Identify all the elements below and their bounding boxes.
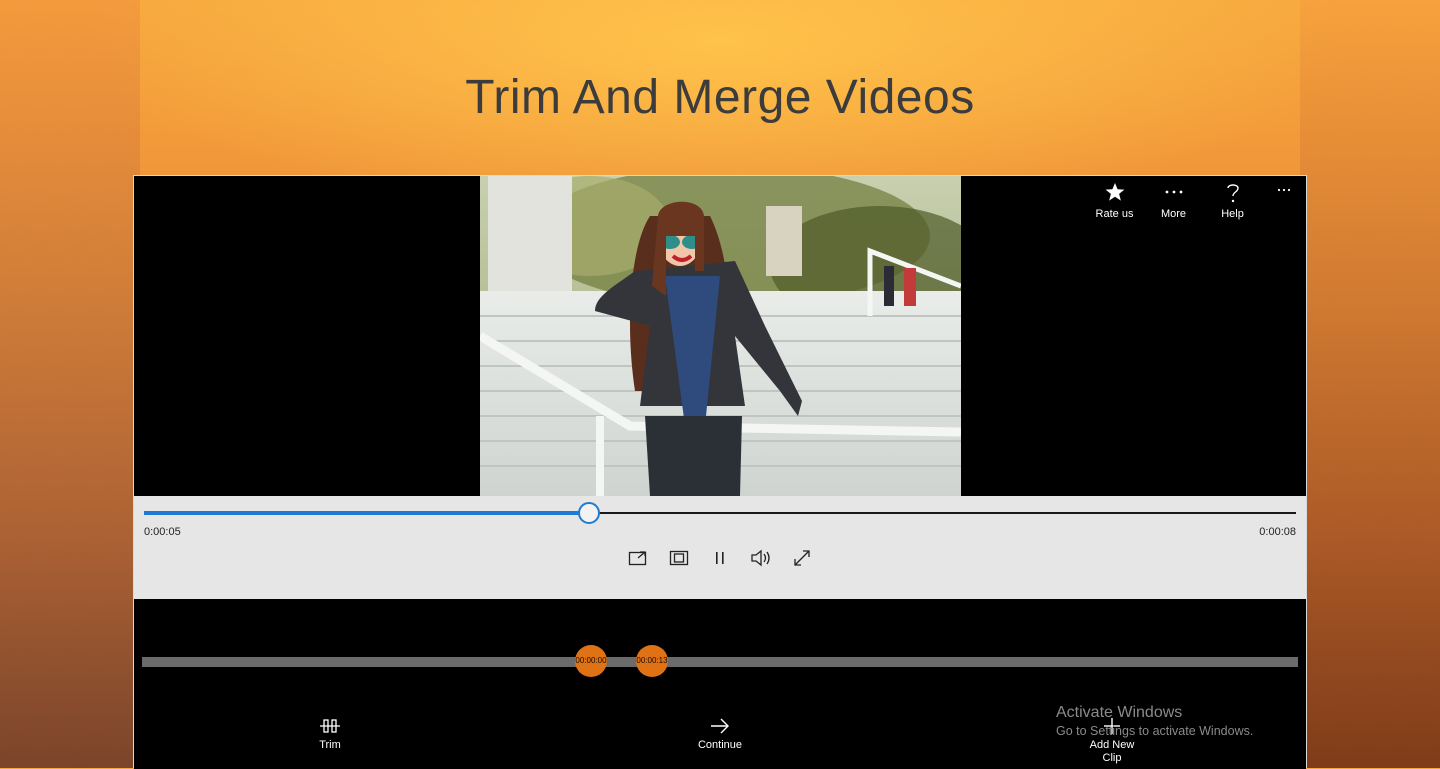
more-label: More [1160, 208, 1187, 220]
arrow-right-icon [709, 715, 731, 737]
cast-icon[interactable] [626, 546, 650, 570]
trim-end-marker[interactable]: 00:00:13 [636, 645, 668, 677]
continue-label: Continue [697, 739, 743, 751]
activation-watermark: Activate Windows Go to Settings to activ… [1056, 704, 1253, 738]
trim-icon [319, 715, 341, 737]
fullscreen-icon[interactable] [790, 546, 814, 570]
seek-thumb[interactable] [577, 502, 600, 524]
app-window: Rate us More Help 0:00:05 0:00:08 00:00:… [133, 175, 1307, 769]
rate-us-button[interactable]: Rate us [1085, 182, 1144, 230]
help-icon [1223, 182, 1243, 206]
watermark-title: Activate Windows [1056, 704, 1183, 721]
video-area: Rate us More Help [134, 176, 1306, 496]
ellipsis-icon[interactable] [1262, 182, 1306, 230]
trim-button[interactable]: Trim [290, 715, 370, 752]
trim-label: Trim [319, 739, 341, 751]
current-time: 0:00:05 [144, 526, 181, 538]
video-frame[interactable] [480, 176, 961, 496]
more-button[interactable]: More [1144, 182, 1203, 230]
pause-icon[interactable] [708, 546, 732, 570]
watermark-subtitle: Go to Settings to activate Windows. [1056, 724, 1254, 738]
promo-headline: Trim And Merge Videos [465, 71, 975, 124]
continue-button[interactable]: Continue [680, 715, 760, 752]
trim-start-marker[interactable]: 00:00:00 [575, 645, 607, 677]
more-icon [1164, 182, 1184, 206]
star-icon [1105, 182, 1125, 206]
seek-bar[interactable] [144, 502, 1296, 524]
aspect-ratio-icon[interactable] [667, 546, 691, 570]
help-label: Help [1221, 208, 1244, 220]
player-controls: 0:00:05 0:00:08 [134, 496, 1306, 599]
timeline-track[interactable] [142, 657, 1298, 667]
volume-icon[interactable] [749, 546, 773, 570]
help-button[interactable]: Help [1203, 182, 1262, 230]
transport-controls [134, 546, 1306, 570]
add-new-clip-label: Add New Clip [1089, 739, 1135, 764]
rate-us-label: Rate us [1095, 208, 1134, 220]
app-topbar: Rate us More Help [1085, 182, 1306, 230]
video-still-image [480, 176, 961, 496]
seek-progress [144, 511, 588, 515]
trim-timeline: 00:00:00 00:00:13 Trim Continue Add New … [134, 599, 1306, 769]
total-time: 0:00:08 [1259, 526, 1296, 538]
